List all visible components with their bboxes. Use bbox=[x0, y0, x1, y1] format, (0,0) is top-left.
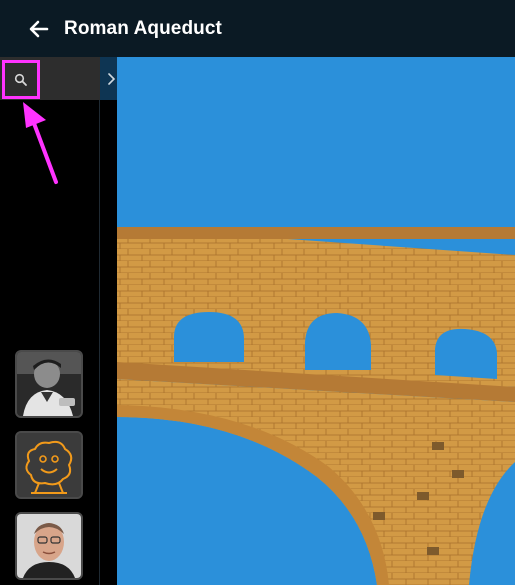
search-button[interactable] bbox=[2, 60, 40, 99]
page-title: Roman Aqueduct bbox=[64, 17, 222, 39]
chevron-right-icon bbox=[107, 72, 115, 85]
aqueduct-photo bbox=[117, 57, 515, 585]
avatar-photo-man-glasses[interactable] bbox=[15, 512, 83, 580]
sidebar-divider bbox=[99, 57, 100, 585]
avatar-drawing-face[interactable] bbox=[15, 431, 83, 499]
arrow-left-icon bbox=[29, 20, 49, 37]
top-app-bar: Roman Aqueduct bbox=[0, 0, 515, 57]
avatar-photo-man-bw[interactable] bbox=[15, 350, 83, 418]
back-button[interactable] bbox=[22, 12, 56, 46]
search-icon bbox=[14, 73, 27, 86]
annotation-arrow bbox=[23, 102, 58, 184]
